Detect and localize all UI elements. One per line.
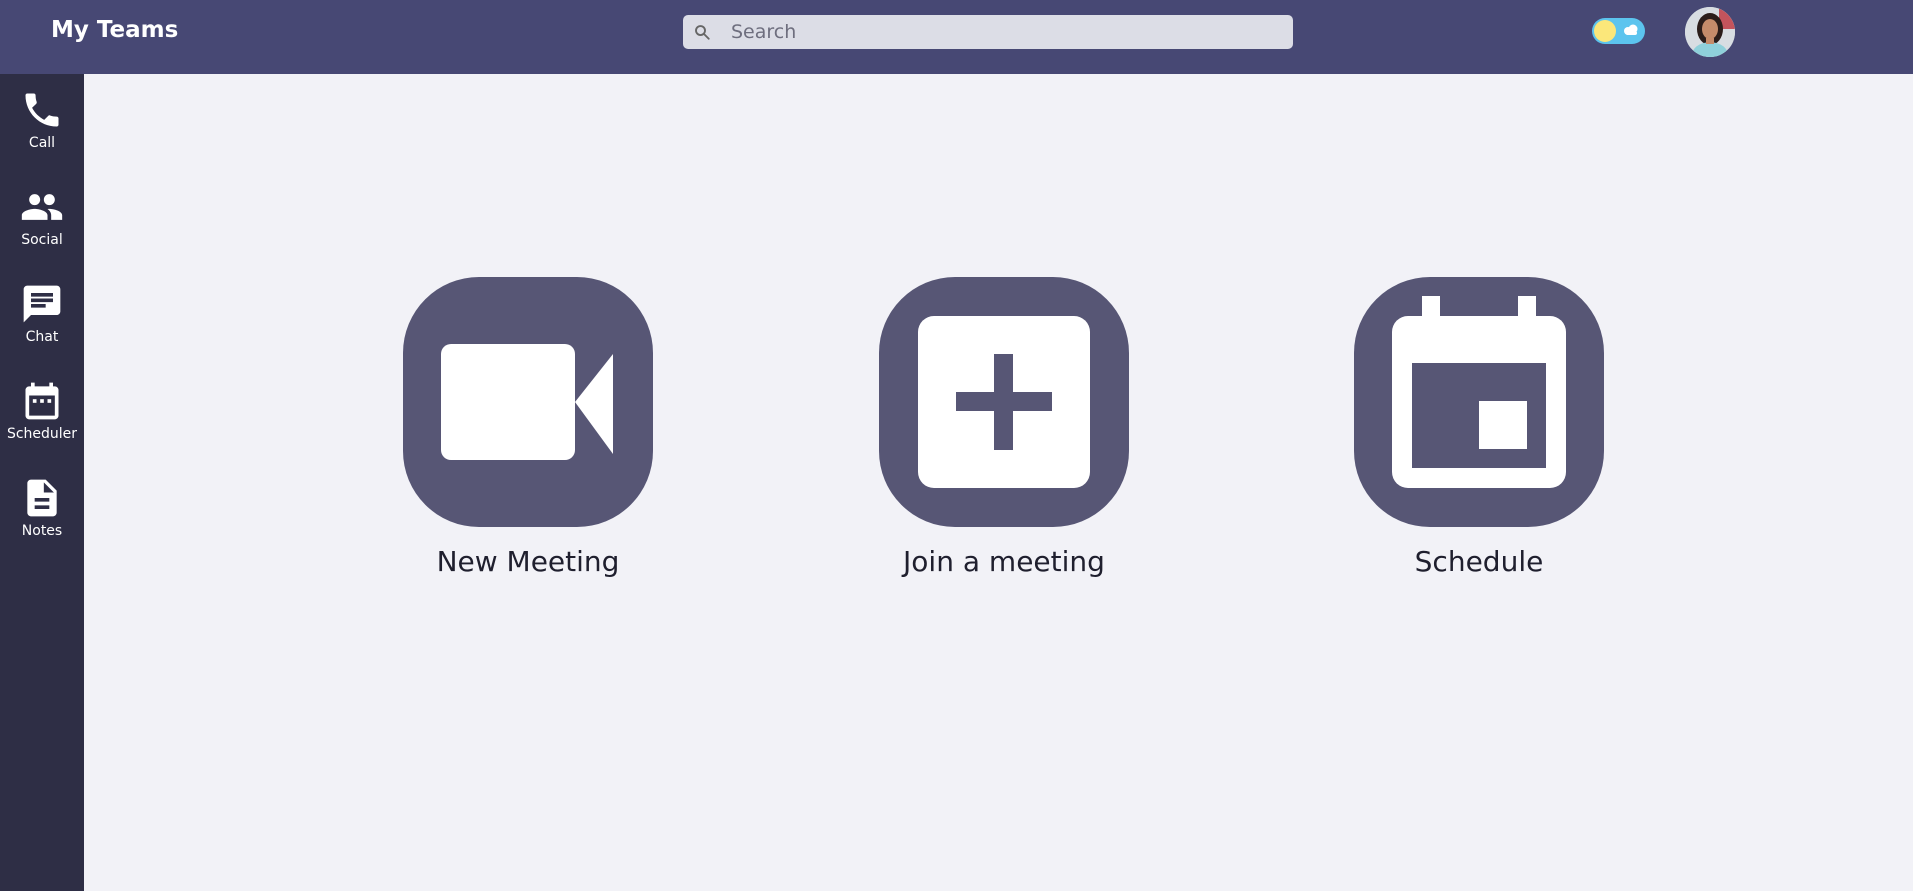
sidebar-item-social[interactable]: Social: [0, 177, 84, 267]
search-icon: [695, 25, 710, 40]
new-meeting-button[interactable]: New Meeting: [403, 277, 653, 578]
sidebar-item-label: Scheduler: [6, 426, 78, 442]
search-input[interactable]: [731, 15, 1281, 49]
avatar-image: [1685, 7, 1735, 57]
sidebar-item-notes[interactable]: Notes: [0, 468, 84, 558]
sun-icon: [1594, 20, 1616, 42]
sidebar-item-label: Notes: [21, 523, 63, 539]
sidebar-item-label: Chat: [25, 329, 59, 345]
new-meeting-tile[interactable]: [403, 277, 653, 527]
cloud-icon: [1624, 24, 1638, 35]
people-icon: [21, 194, 63, 220]
join-meeting-label: Join a meeting: [903, 545, 1105, 578]
sidebar-item-label: Social: [21, 232, 63, 248]
phone-icon: [25, 93, 59, 127]
schedule-label: Schedule: [1414, 545, 1544, 578]
calendar-icon: [25, 382, 59, 420]
schedule-tile[interactable]: [1354, 277, 1604, 527]
join-meeting-tile[interactable]: [879, 277, 1129, 527]
search-bar[interactable]: [683, 15, 1293, 49]
sidebar-item-chat[interactable]: Chat: [0, 274, 84, 364]
sidebar-item-call[interactable]: Call: [0, 80, 84, 170]
schedule-button[interactable]: Schedule: [1354, 277, 1604, 578]
avatar[interactable]: [1685, 7, 1735, 57]
app-title: My Teams: [51, 17, 179, 43]
sidebar-item-scheduler[interactable]: Scheduler: [0, 371, 84, 461]
sidebar: Call Social Chat Scheduler Notes: [0, 74, 84, 891]
document-icon: [27, 479, 57, 517]
theme-toggle[interactable]: [1592, 18, 1645, 44]
sidebar-item-label: Call: [28, 135, 56, 151]
chat-icon: [23, 285, 61, 323]
top-bar: My Teams: [0, 0, 1913, 74]
join-meeting-button[interactable]: Join a meeting: [879, 277, 1129, 578]
new-meeting-label: New Meeting: [436, 545, 620, 578]
video-camera-icon: [441, 344, 613, 460]
plus-box-icon: [918, 316, 1090, 488]
calendar-icon: [1392, 296, 1566, 488]
